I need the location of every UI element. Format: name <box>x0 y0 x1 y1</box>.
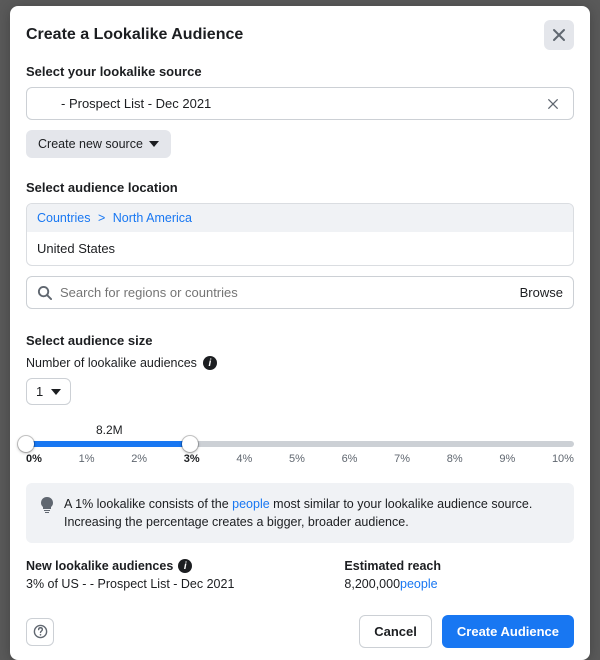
slider-tooltip-value: 8.2M <box>96 423 574 437</box>
lookalike-modal: Create a Lookalike Audience Select your … <box>10 6 590 660</box>
info-icon[interactable]: i <box>178 559 192 573</box>
new-audiences-value: 3% of US - - Prospect List - Dec 2021 <box>26 577 234 591</box>
close-button[interactable] <box>544 20 574 50</box>
selected-country[interactable]: United States <box>27 232 573 265</box>
location-section-label: Select audience location <box>26 180 574 195</box>
modal-header: Create a Lookalike Audience <box>26 20 574 50</box>
slider-tick: 3% <box>184 453 200 465</box>
slider-handle-end[interactable] <box>182 436 198 452</box>
size-slider[interactable] <box>26 441 574 447</box>
lightbulb-icon <box>40 497 54 531</box>
slider-tick: 5% <box>289 453 305 465</box>
audience-count-select[interactable]: 1 <box>26 378 71 405</box>
audience-count-value: 1 <box>36 384 43 399</box>
info-icon[interactable]: i <box>203 356 217 370</box>
estimated-reach-label: Estimated reach <box>344 559 441 573</box>
source-value: - Prospect List - Dec 2021 <box>37 96 211 111</box>
location-search-row: Browse <box>26 276 574 309</box>
location-breadcrumb: Countries > North America <box>27 204 573 232</box>
slider-tick: 4% <box>236 453 252 465</box>
audience-count-label: Number of lookalike audiences <box>26 356 197 370</box>
create-new-source-button[interactable]: Create new source <box>26 130 171 158</box>
slider-tick: 9% <box>499 453 515 465</box>
slider-tick: 1% <box>79 453 95 465</box>
search-icon <box>37 285 52 300</box>
source-section-label: Select your lookalike source <box>26 64 574 79</box>
people-link[interactable]: people <box>400 577 438 591</box>
slider-tick: 10% <box>552 453 574 465</box>
location-block: Countries > North America United States <box>26 203 574 266</box>
browse-button[interactable]: Browse <box>520 285 563 300</box>
modal-title: Create a Lookalike Audience <box>26 26 243 44</box>
caret-down-icon <box>51 389 61 395</box>
size-note: A 1% lookalike consists of the people mo… <box>26 483 574 543</box>
slider-tick: 7% <box>394 453 410 465</box>
breadcrumb-countries-link[interactable]: Countries <box>37 211 91 225</box>
people-link[interactable]: people <box>232 497 270 511</box>
note-text: A 1% lookalike consists of the people mo… <box>64 495 560 531</box>
modal-footer: Cancel Create Audience <box>26 605 574 648</box>
slider-tick: 0% <box>26 453 42 465</box>
slider-tick: 2% <box>131 453 147 465</box>
close-icon <box>552 28 566 42</box>
slider-tick: 6% <box>342 453 358 465</box>
close-icon <box>547 98 559 110</box>
slider-tick: 8% <box>447 453 463 465</box>
breadcrumb-region-link[interactable]: North America <box>113 211 192 225</box>
clear-source-button[interactable] <box>543 98 563 110</box>
slider-tick-labels: 0% 1% 2% 3% 4% 5% 6% 7% 8% 9% 10% <box>26 453 574 465</box>
location-search-input[interactable] <box>60 285 520 300</box>
estimated-reach-value: 8,200,000people <box>344 577 441 591</box>
slider-fill <box>26 441 190 447</box>
source-input[interactable]: - Prospect List - Dec 2021 <box>26 87 574 120</box>
breadcrumb-separator: > <box>94 211 109 225</box>
caret-down-icon <box>149 141 159 147</box>
new-audiences-label: New lookalike audiences i <box>26 559 234 573</box>
create-new-source-label: Create new source <box>38 137 143 151</box>
size-section-label: Select audience size <box>26 333 574 348</box>
slider-handle-start[interactable] <box>18 436 34 452</box>
